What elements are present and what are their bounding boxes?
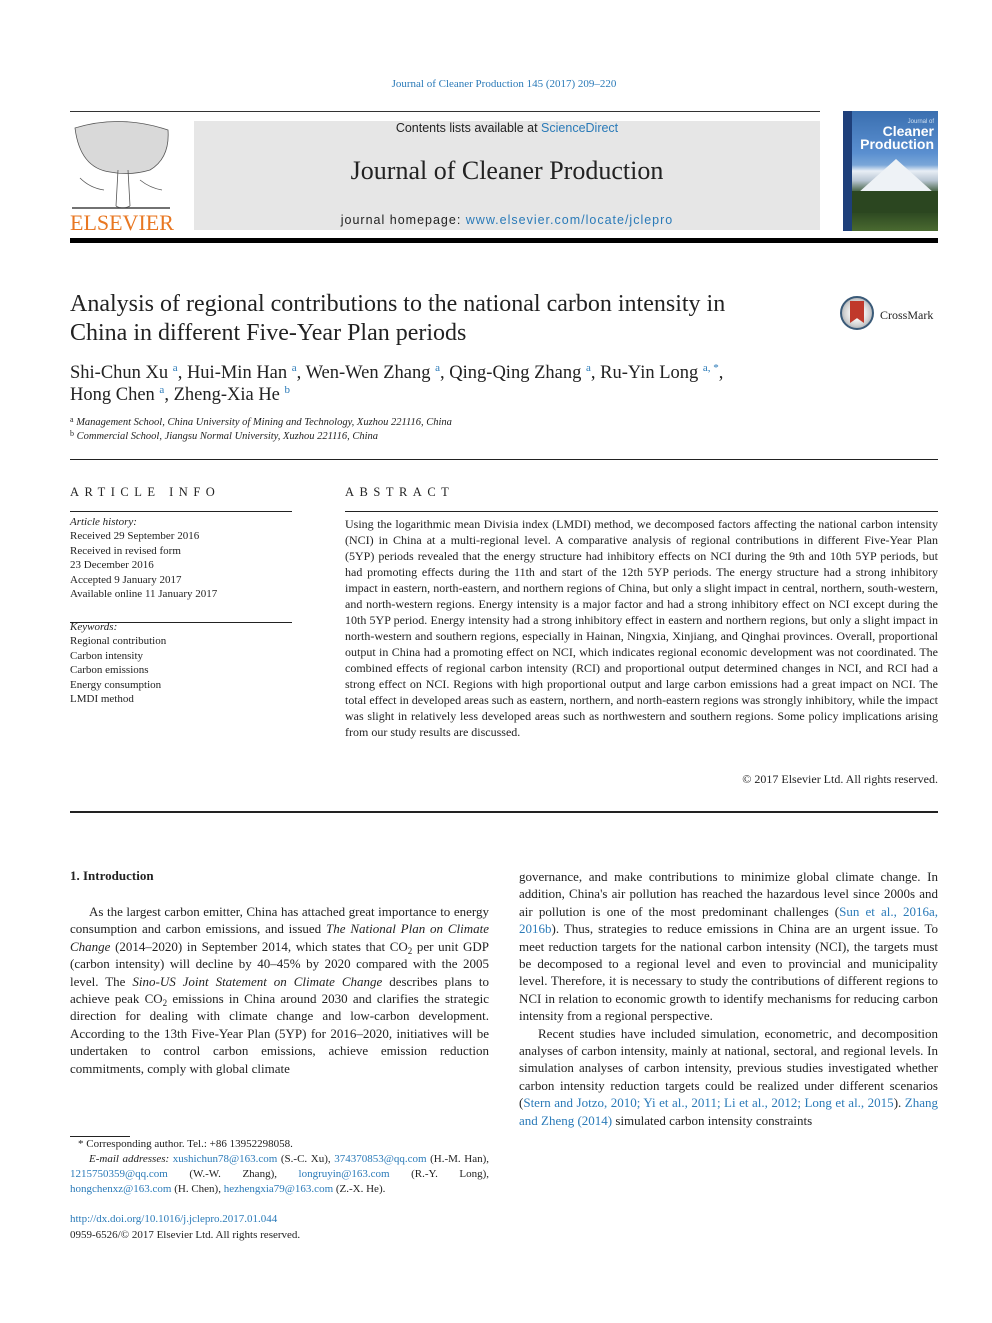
cover-title: Cleaner Production — [860, 123, 934, 152]
affiliation-marker[interactable]: a — [586, 362, 591, 374]
keyword: Carbon intensity — [70, 649, 144, 662]
email-link[interactable]: hezhengxia79@163.com — [224, 1183, 333, 1195]
homepage-line: journal homepage: www.elsevier.com/locat… — [194, 213, 820, 227]
history-label: Article history: — [70, 516, 137, 528]
paragraph: governance, and make contributions to mi… — [519, 869, 938, 1024]
email-link[interactable]: hongchenxz@163.com — [70, 1183, 171, 1195]
affiliation-marker[interactable]: a, * — [703, 362, 719, 374]
history-item: Received in revised form — [70, 544, 181, 557]
homepage-prefix: journal homepage: — [340, 213, 466, 227]
masthead-bottom-rule — [70, 238, 938, 243]
keyword: Energy consumption — [70, 678, 162, 691]
abstract-text: Using the logarithmic mean Divisia index… — [345, 517, 938, 739]
abstract-copyright: © 2017 Elsevier Ltd. All rights reserved… — [742, 772, 938, 786]
article-info-rule — [70, 511, 292, 512]
author-name[interactable]: Zheng-Xia He — [174, 385, 280, 405]
article-info-heading: ARTICLE INFO — [70, 485, 221, 499]
corresponding-author: * Corresponding author. Tel.: +86 139522… — [78, 1138, 293, 1150]
affiliation-marker: b — [70, 429, 74, 438]
article-title: Analysis of regional contributions to th… — [70, 291, 726, 346]
affiliations: a Management School, China University of… — [70, 416, 452, 444]
doi-block: http://dx.doi.org/10.1016/j.jclepro.2017… — [70, 1211, 300, 1243]
affiliation: b Commercial School, Jiangsu Normal Univ… — [70, 429, 378, 443]
keywords: Keywords: Regional contribution Carbon in… — [70, 620, 166, 706]
paragraph: As the largest carbon emitter, China has… — [70, 904, 490, 1076]
affiliation: a Management School, China University of… — [70, 415, 452, 429]
email-link[interactable]: longruyin@163.com — [299, 1168, 390, 1180]
cover-trees — [852, 191, 938, 213]
affiliation-marker[interactable]: a — [292, 362, 297, 374]
cover-mountain — [858, 159, 934, 193]
affiliation-marker[interactable]: a — [173, 362, 178, 374]
author-name[interactable]: Hui-Min Han — [187, 363, 287, 383]
author-name[interactable]: Ru-Yin Long — [600, 363, 698, 383]
footnote: * Corresponding author. Tel.: +86 139522… — [70, 1137, 489, 1197]
section-heading-introduction: 1. Introduction — [70, 868, 154, 883]
affiliation-marker[interactable]: a — [435, 362, 440, 374]
crossmark-button[interactable]: CrossMark — [840, 296, 940, 336]
elsevier-wordmark: ELSEVIER — [70, 210, 174, 235]
doi-link[interactable]: http://dx.doi.org/10.1016/j.jclepro.2017… — [70, 1211, 300, 1227]
email-label: E-mail addresses: — [89, 1153, 173, 1165]
cover-band — [843, 111, 852, 231]
email-link[interactable]: xushichun78@163.com — [173, 1153, 278, 1165]
history-item: Accepted 9 January 2017 — [70, 573, 182, 586]
affiliation-marker: a — [70, 415, 74, 424]
contents-line: Contents lists available at ScienceDirec… — [194, 121, 820, 135]
keyword: Regional contribution — [70, 635, 167, 648]
email-link[interactable]: 374370853@qq.com — [334, 1153, 426, 1165]
author-name[interactable]: Shi-Chun Xu — [70, 363, 168, 383]
citation-link[interactable]: Stern and Jotzo, 2010; Yi et al., 2011; … — [523, 1095, 893, 1110]
history-item: Available online 11 January 2017 — [70, 588, 218, 601]
keyword: LMDI method — [70, 693, 134, 706]
paragraph: Recent studies have included simulation,… — [519, 1025, 938, 1128]
author-name[interactable]: Wen-Wen Zhang — [306, 363, 431, 383]
header-divider — [70, 459, 938, 460]
issn-line: 0959-6526/© 2017 Elsevier Ltd. All right… — [70, 1229, 301, 1241]
author-name[interactable]: Hong Chen — [70, 385, 155, 405]
journal-citation-link[interactable]: Journal of Cleaner Production 145 (2017)… — [0, 78, 992, 90]
affiliation-marker[interactable]: b — [285, 384, 291, 396]
masthead-box: Contents lists available at ScienceDirec… — [194, 121, 820, 230]
masthead-top-rule — [70, 111, 820, 112]
body-right-column: governance, and make contributions to mi… — [519, 868, 938, 1129]
journal-homepage-link[interactable]: www.elsevier.com/locate/jclepro — [466, 213, 673, 227]
email-link[interactable]: 1215750359@qq.com — [70, 1168, 168, 1180]
journal-title: Journal of Cleaner Production — [350, 156, 664, 185]
article-history: Article history: Received 29 September 2… — [70, 515, 217, 601]
journal-cover-image[interactable]: Journal of Cleaner Production — [843, 111, 938, 231]
body-left-column: As the largest carbon emitter, China has… — [70, 903, 489, 1077]
contents-prefix: Contents lists available at — [395, 121, 542, 135]
crossmark-label: CrossMark — [880, 308, 934, 322]
abstract-rule — [345, 511, 938, 512]
keyword: Carbon emissions — [70, 664, 149, 677]
abstract-divider — [70, 811, 938, 813]
abstract-heading: ABSTRACT — [345, 485, 455, 499]
keywords-label: Keywords: — [70, 621, 118, 633]
history-item: Received 29 September 2016 — [70, 530, 200, 543]
history-item: 23 December 2016 — [70, 559, 154, 572]
affiliation-marker[interactable]: a — [159, 384, 164, 396]
author-list: Shi-Chun Xu a, Hui-Min Han a, Wen-Wen Zh… — [70, 362, 724, 406]
email-addresses: E-mail addresses: xushichun78@163.com (S… — [70, 1153, 490, 1195]
author-name[interactable]: Qing-Qing Zhang — [449, 363, 581, 383]
sciencedirect-link[interactable]: ScienceDirect — [541, 121, 618, 135]
